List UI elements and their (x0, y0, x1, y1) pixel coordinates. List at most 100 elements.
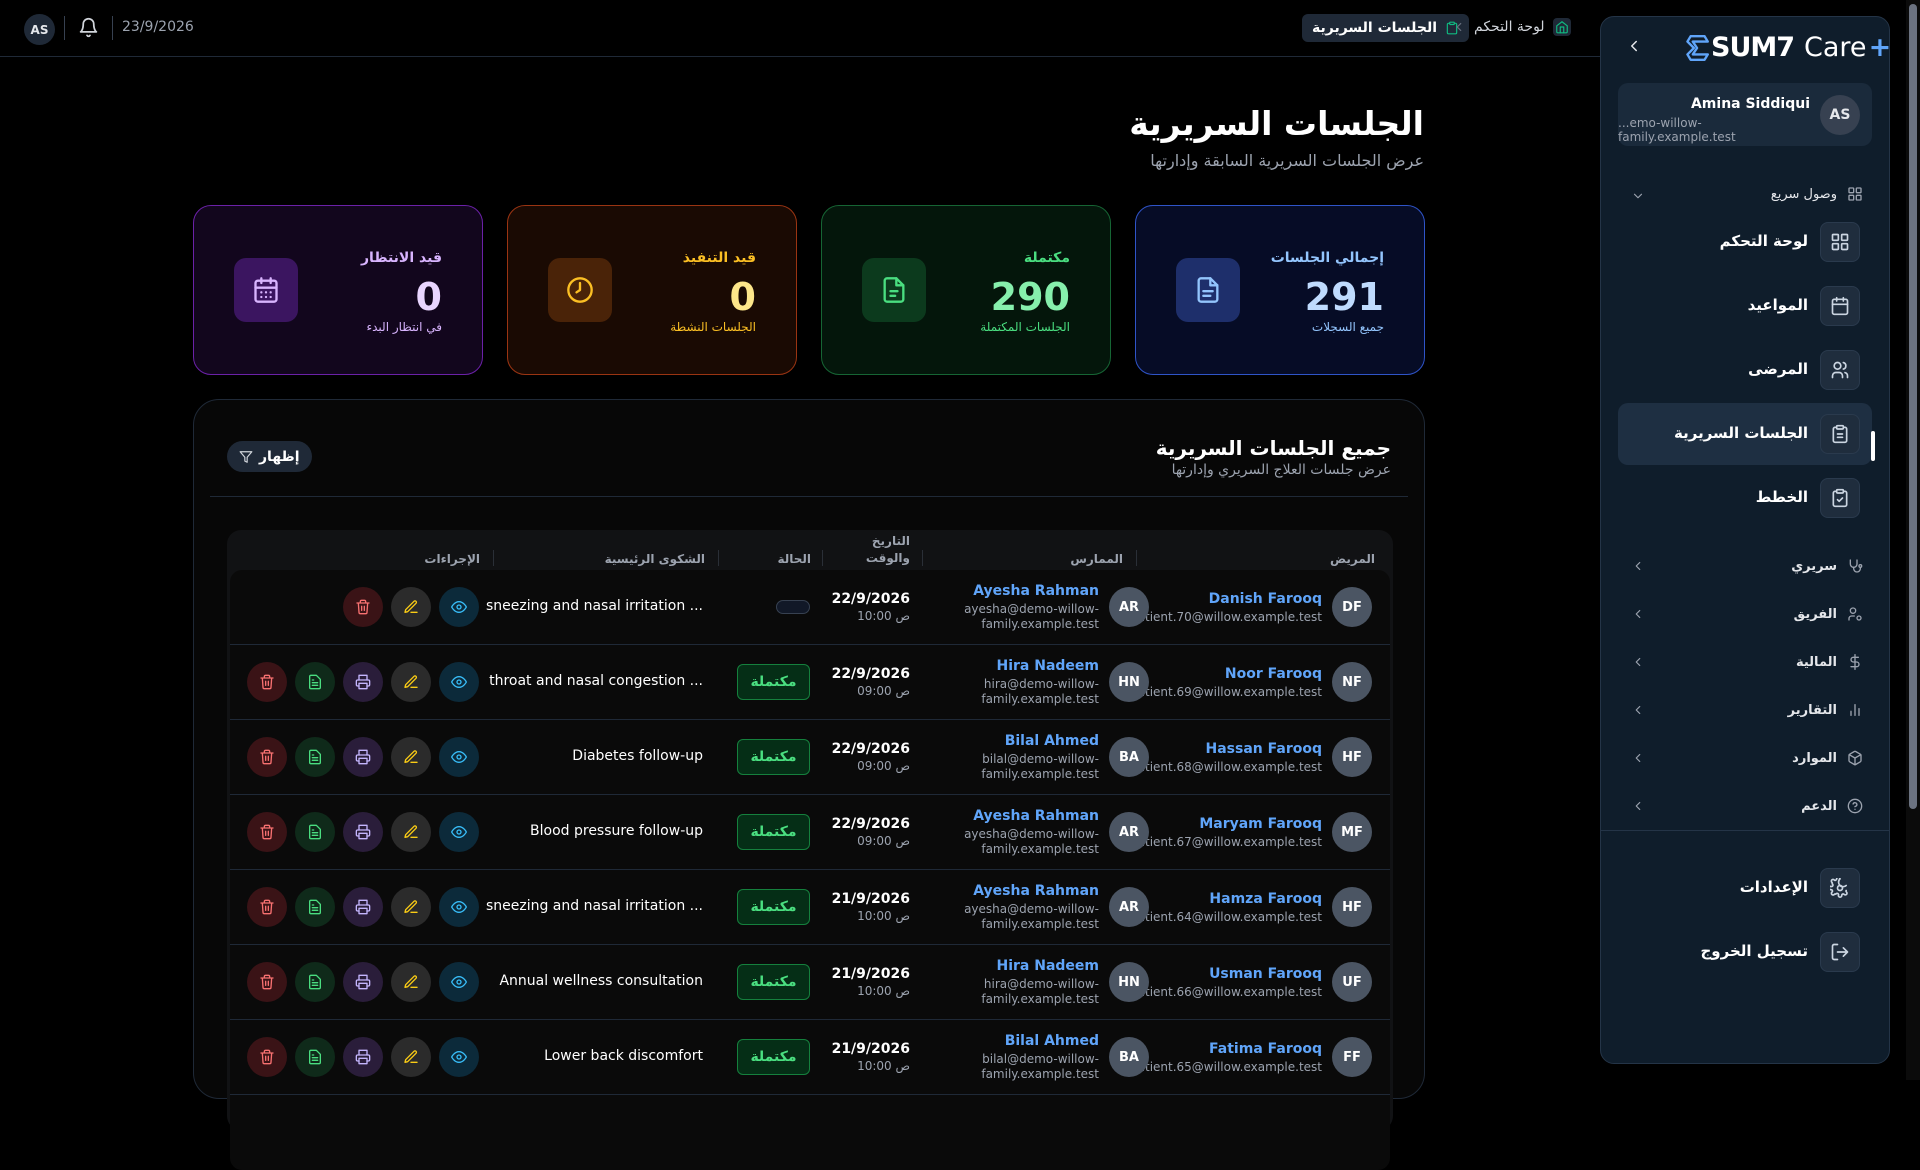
practitioner-name[interactable]: Ayesha Rahman (973, 808, 1099, 824)
sidebar-item-dashboard[interactable]: لوحة التحكم (1618, 211, 1872, 273)
breadcrumb-home[interactable]: لوحة التحكم (1474, 18, 1571, 36)
edit-button[interactable] (391, 662, 431, 702)
table-row[interactable]: MF Maryam Farooq patient.67@willow.example… (230, 795, 1390, 870)
document-button[interactable] (295, 1037, 335, 1077)
chevron-left-icon[interactable] (1631, 751, 1645, 765)
view-button[interactable] (439, 812, 479, 852)
sidebar-item-logout[interactable]: تسجيل الخروج (1618, 921, 1872, 983)
patient-name[interactable]: Usman Farooq (1209, 966, 1322, 982)
table-body: DF Danish Farooq patient.70@willow.example… (230, 570, 1390, 1170)
breadcrumb-home-label[interactable]: لوحة التحكم (1474, 19, 1545, 35)
sidebar-item-patients[interactable]: المرضى (1618, 339, 1872, 401)
chevron-left-icon[interactable] (1631, 559, 1645, 573)
scrollbar-thumb[interactable] (1909, 4, 1917, 809)
logo-plus: + (1868, 32, 1892, 63)
delete-button[interactable] (247, 812, 287, 852)
document-button[interactable] (295, 662, 335, 702)
edit-button[interactable] (391, 887, 431, 927)
delete-button[interactable] (247, 737, 287, 777)
chevron-left-icon[interactable] (1631, 703, 1645, 717)
print-button[interactable] (343, 737, 383, 777)
collapse-sidebar-icon[interactable] (1625, 37, 1643, 55)
sidebar-group-team[interactable]: الفريق (1794, 606, 1863, 622)
practitioner-email-line1: ayesha@demo-willow- (964, 602, 1099, 616)
sidebar-item-settings[interactable]: الإعدادات (1618, 857, 1872, 919)
print-button[interactable] (343, 1037, 383, 1077)
table-row[interactable]: FF Fatima Farooq patient.65@willow.example… (230, 1020, 1390, 1095)
patient-name[interactable]: Noor Farooq (1225, 666, 1322, 682)
chevron-left-icon[interactable] (1631, 799, 1645, 813)
chevron-left-icon[interactable] (1631, 607, 1645, 621)
practitioner-name[interactable]: Ayesha Rahman (973, 883, 1099, 899)
document-button[interactable] (295, 737, 335, 777)
document-button[interactable] (295, 962, 335, 1002)
table-row[interactable]: HF Hassan Farooq patient.68@willow.example… (230, 720, 1390, 795)
view-button[interactable] (439, 1037, 479, 1077)
print-button[interactable] (343, 887, 383, 927)
delete-button[interactable] (247, 1037, 287, 1077)
sidebar-item-plans[interactable]: الخطط (1618, 467, 1872, 529)
view-button[interactable] (439, 737, 479, 777)
eye-icon (451, 599, 467, 615)
active-indicator (1871, 431, 1875, 461)
document-button[interactable] (295, 812, 335, 852)
table-row[interactable]: DF Danish Farooq patient.70@willow.example… (230, 570, 1390, 645)
edit-button[interactable] (391, 1037, 431, 1077)
delete-button[interactable] (247, 962, 287, 1002)
print-button[interactable] (343, 812, 383, 852)
user-card[interactable]: AS Amina Siddiqui ...emo-willow-family.e… (1618, 83, 1872, 146)
practitioner-email-line2: family.example.test (981, 992, 1099, 1006)
practitioner-name[interactable]: Ayesha Rahman (973, 583, 1099, 599)
divider (493, 550, 494, 566)
scrollbar[interactable] (1906, 0, 1920, 1080)
practitioner-name[interactable]: Bilal Ahmed (1005, 1033, 1099, 1049)
view-button[interactable] (439, 662, 479, 702)
edit-button[interactable] (391, 962, 431, 1002)
delete-button[interactable] (247, 887, 287, 927)
quick-access-toggle[interactable]: وصول سريع (1771, 186, 1863, 202)
patient-name[interactable]: Fatima Farooq (1209, 1041, 1322, 1057)
sidebar-group-reports[interactable]: التقارير (1788, 702, 1863, 718)
practitioner-email-line1: bilal@demo-willow- (982, 1052, 1099, 1066)
sidebar-group-clinical[interactable]: سريري (1791, 558, 1863, 574)
patient-name[interactable]: Danish Farooq (1209, 591, 1322, 607)
sidebar-item-appointments[interactable]: المواعيد (1618, 275, 1872, 337)
view-button[interactable] (439, 962, 479, 1002)
patient-name[interactable]: Maryam Farooq (1199, 816, 1322, 832)
sidebar-item-label: الخطط (1755, 488, 1808, 506)
edit-button[interactable] (391, 812, 431, 852)
sidebar-group-support[interactable]: الدعم (1801, 798, 1863, 814)
file-check-icon (880, 276, 908, 304)
edit-button[interactable] (391, 737, 431, 777)
view-button[interactable] (439, 887, 479, 927)
table-row[interactable]: HF Hamza Farooq patient.64@willow.example.… (230, 870, 1390, 945)
chevron-down-icon[interactable] (1631, 189, 1645, 203)
sidebar-group-resources[interactable]: الموارد (1792, 750, 1863, 766)
document-button[interactable] (295, 887, 335, 927)
panel-subtitle: عرض جلسات العلاج السريري وإدارتها (1171, 462, 1391, 478)
practitioner-name[interactable]: Hira Nadeem (996, 658, 1099, 674)
user-avatar[interactable]: AS (24, 14, 55, 45)
chevron-left-icon[interactable] (1631, 655, 1645, 669)
sidebar-group-finance[interactable]: المالية (1796, 654, 1863, 670)
print-button[interactable] (343, 662, 383, 702)
view-button[interactable] (439, 587, 479, 627)
delete-button[interactable] (247, 662, 287, 702)
col-header-actions: الإجراءات (424, 552, 480, 566)
bell-icon[interactable] (78, 17, 99, 38)
stat-caption: الجلسات النشطة (670, 320, 756, 334)
table-row[interactable]: NF Noor Farooq patient.69@willow.example.t… (230, 645, 1390, 720)
show-filter-button[interactable]: إظهار (227, 441, 312, 472)
chief-complaint: Annual wellness consultation (499, 973, 703, 989)
edit-button[interactable] (391, 587, 431, 627)
sidebar-item-clinical-sessions[interactable]: الجلسات السريرية (1618, 403, 1872, 465)
delete-button[interactable] (343, 587, 383, 627)
practitioner-name[interactable]: Bilal Ahmed (1005, 733, 1099, 749)
practitioner-name[interactable]: Hira Nadeem (996, 958, 1099, 974)
table-row[interactable]: UF Usman Farooq patient.66@willow.example.… (230, 945, 1390, 1020)
patient-name[interactable]: Hamza Farooq (1209, 891, 1322, 907)
status-badge: مكتملة (737, 814, 810, 850)
print-button[interactable] (343, 962, 383, 1002)
chief-complaint: Diabetes follow-up (572, 748, 703, 764)
patient-name[interactable]: Hassan Farooq (1206, 741, 1322, 757)
